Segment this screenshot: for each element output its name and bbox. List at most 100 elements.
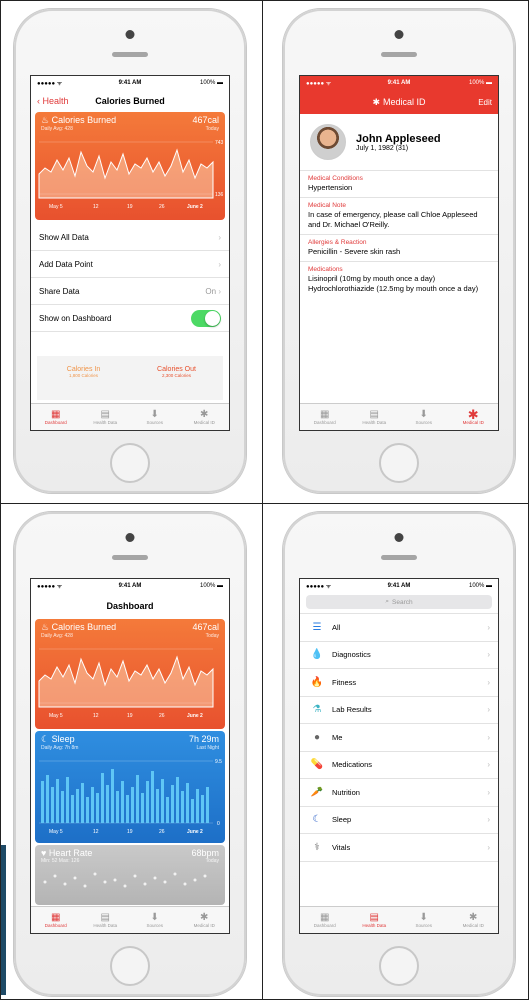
x-tick-label: 12	[93, 713, 99, 719]
flask-icon: ⚗	[312, 704, 322, 716]
tab-dashboard[interactable]: ▦ Dashboard	[300, 404, 350, 430]
tab-health-data[interactable]: ▤ Health Data	[350, 404, 400, 430]
card-subtitle-right: Last Night	[196, 745, 219, 751]
y-min-label: 0	[217, 821, 220, 827]
moon-icon: ☾	[41, 734, 52, 744]
pill-icon: 💊	[310, 759, 324, 771]
tab-bar: ▦ Dashboard ▤ Health Data ⬇ Sources ✱ Medica…	[31, 403, 229, 430]
chevron-right-icon: ›	[487, 842, 490, 852]
show-all-data-row[interactable]: Show All Data ›	[31, 224, 229, 251]
x-tick-label: 12	[93, 204, 99, 210]
category-diagnostics[interactable]: 💧 Diagnostics ›	[300, 642, 498, 669]
tab-medical-id[interactable]: ✱ Medical ID	[449, 907, 499, 933]
card-title: ♥ Heart Rate	[41, 848, 93, 858]
card-title: ♨ Calories Burned	[41, 115, 117, 125]
category-all[interactable]: ☰ All ›	[300, 614, 498, 642]
category-lab-results[interactable]: ⚗ Lab Results ›	[300, 697, 498, 724]
tab-dashboard[interactable]: ▦ Dashboard	[31, 907, 81, 933]
tab-sources[interactable]: ⬇ Sources	[399, 404, 449, 430]
chevron-right-icon: ›	[487, 677, 490, 687]
share-data-row[interactable]: Share Data On ›	[31, 278, 229, 305]
chevron-right-icon: ›	[487, 732, 490, 742]
page-title: Dashboard	[106, 601, 154, 611]
person-icon: ●	[313, 731, 321, 743]
search-icon: ⌕	[385, 598, 390, 605]
category-fitness[interactable]: 🔥 Fitness ›	[300, 669, 498, 697]
back-label: Health	[42, 96, 69, 106]
add-data-point-row[interactable]: Add Data Point ›	[31, 251, 229, 278]
category-me[interactable]: ● Me ›	[300, 724, 498, 752]
chevron-right-icon: ›	[487, 705, 490, 715]
asterisk-icon: ✱	[200, 409, 209, 420]
chart-icon: ▦	[320, 409, 330, 420]
heart-rate-card[interactable]: ♥ Heart Rate 68bpm Min: 52 Max: 126 Toda…	[35, 845, 225, 905]
section-title: Allergies & Reaction	[308, 239, 367, 246]
search-field[interactable]: ⌕ Search	[306, 595, 492, 609]
tab-dashboard[interactable]: ▦ Dashboard	[31, 404, 81, 430]
x-tick-label: 19	[127, 204, 133, 210]
category-vitals[interactable]: ⚕ Vitals ›	[300, 834, 498, 862]
nav-bar: Dashboard	[31, 593, 229, 619]
sleep-card[interactable]: ☾ Sleep 7h 29m Daily Avg: 7h 8m Last Nig…	[35, 731, 225, 843]
card-subtitle-right: Today	[205, 858, 219, 864]
droplet-icon: 💧	[310, 649, 324, 661]
tab-health-data[interactable]: ▤ Health Data	[350, 907, 400, 933]
tab-health-data[interactable]: ▤ Health Data	[81, 907, 131, 933]
calories-area-chart: May 5 12 19 26 June 2	[38, 648, 214, 719]
x-tick-label: June 2	[187, 713, 203, 719]
chevron-right-icon: ›	[218, 232, 221, 242]
speaker	[112, 555, 148, 560]
phone-dashboard: ●●●●● ᯤ 9:41 AM 100% ▬ Dashboard ♨ Calor…	[14, 512, 246, 996]
section-title: Medical Note	[308, 202, 346, 209]
tab-dashboard[interactable]: ▦ Dashboard	[300, 907, 350, 933]
screen-medical-id: ●●●●● ᯤ 9:41 AM 100% ▬ ✱ Medical ID Edit…	[299, 75, 499, 431]
chart-icon: ▦	[51, 409, 61, 420]
status-bar: ●●●●● ᯤ 9:41 AM 100% ▬	[306, 583, 492, 590]
side-sliver-decoration	[1, 845, 6, 995]
y-max-label: 743	[215, 140, 224, 146]
edit-button[interactable]: Edit	[478, 98, 492, 107]
home-button[interactable]	[379, 443, 419, 483]
category-medications[interactable]: 💊 Medications ›	[300, 752, 498, 779]
card-value: 467cal	[192, 115, 219, 125]
front-camera	[394, 533, 404, 542]
medical-note-section: Medical Note In case of emergency, pleas…	[300, 198, 498, 235]
back-button[interactable]: ‹ Health	[37, 96, 69, 106]
tab-sources[interactable]: ⬇ Sources	[130, 907, 180, 933]
speaker	[381, 555, 417, 560]
calories-in-title: Calories In	[66, 366, 101, 373]
tab-medical-id[interactable]: ✱ Medical ID	[180, 907, 230, 933]
moon-icon: ☾	[312, 814, 322, 826]
show-on-dashboard-row: Show on Dashboard	[31, 305, 229, 332]
card-subtitle: Daily Avg: 428	[41, 633, 73, 639]
medical-conditions-section: Medical Conditions Hypertension	[300, 171, 498, 198]
home-button[interactable]	[110, 443, 150, 483]
tab-sources[interactable]: ⬇ Sources	[130, 404, 180, 430]
phone-calories: ●●●●● ᯤ 9:41 AM 100% ▬ ‹ Health Calories…	[14, 9, 246, 493]
calories-summary: Calories In 1,800 Calories Calories Out …	[37, 356, 223, 400]
page-title: Calories Burned	[95, 96, 165, 106]
calories-card[interactable]: ♨ Calories Burned 467cal Daily Avg: 428 …	[35, 619, 225, 729]
chart-icon: ▦	[51, 912, 61, 923]
search-placeholder: Search	[392, 598, 413, 606]
medical-header: ●●●●● ᯤ 9:41 AM 100% ▬ ✱ Medical ID Edit	[300, 76, 498, 114]
x-tick-label: May 5	[49, 713, 63, 719]
category-nutrition[interactable]: 🥕 Nutrition ›	[300, 779, 498, 807]
card-title: ♨ Calories Burned	[41, 622, 117, 632]
dashboard-toggle[interactable]	[191, 309, 221, 327]
phone-health-data: ●●●●● ᯤ 9:41 AM 100% ▬ ⌕ Search ☰ All › 💧 D…	[283, 512, 515, 996]
tab-medical-id[interactable]: ✱ Medical ID	[449, 404, 499, 430]
avatar	[310, 124, 346, 160]
calories-chart-card[interactable]: ♨ Calories Burned 467cal Daily Avg: 428 …	[35, 112, 225, 220]
x-tick-label: 26	[159, 204, 165, 210]
heart-icon: ♥	[41, 848, 49, 858]
page-title: Medical ID	[383, 97, 426, 107]
tab-medical-id[interactable]: ✱ Medical ID	[180, 404, 230, 430]
home-button[interactable]	[110, 946, 150, 986]
sleep-bar-chart: 9.5 0 May 5 12 19 26 June 2	[39, 759, 222, 835]
card-subtitle: Daily Avg: 428	[41, 126, 73, 132]
tab-health-data[interactable]: ▤ Health Data	[81, 404, 131, 430]
category-sleep[interactable]: ☾ Sleep ›	[300, 807, 498, 834]
home-button[interactable]	[379, 946, 419, 986]
tab-sources[interactable]: ⬇ Sources	[399, 907, 449, 933]
